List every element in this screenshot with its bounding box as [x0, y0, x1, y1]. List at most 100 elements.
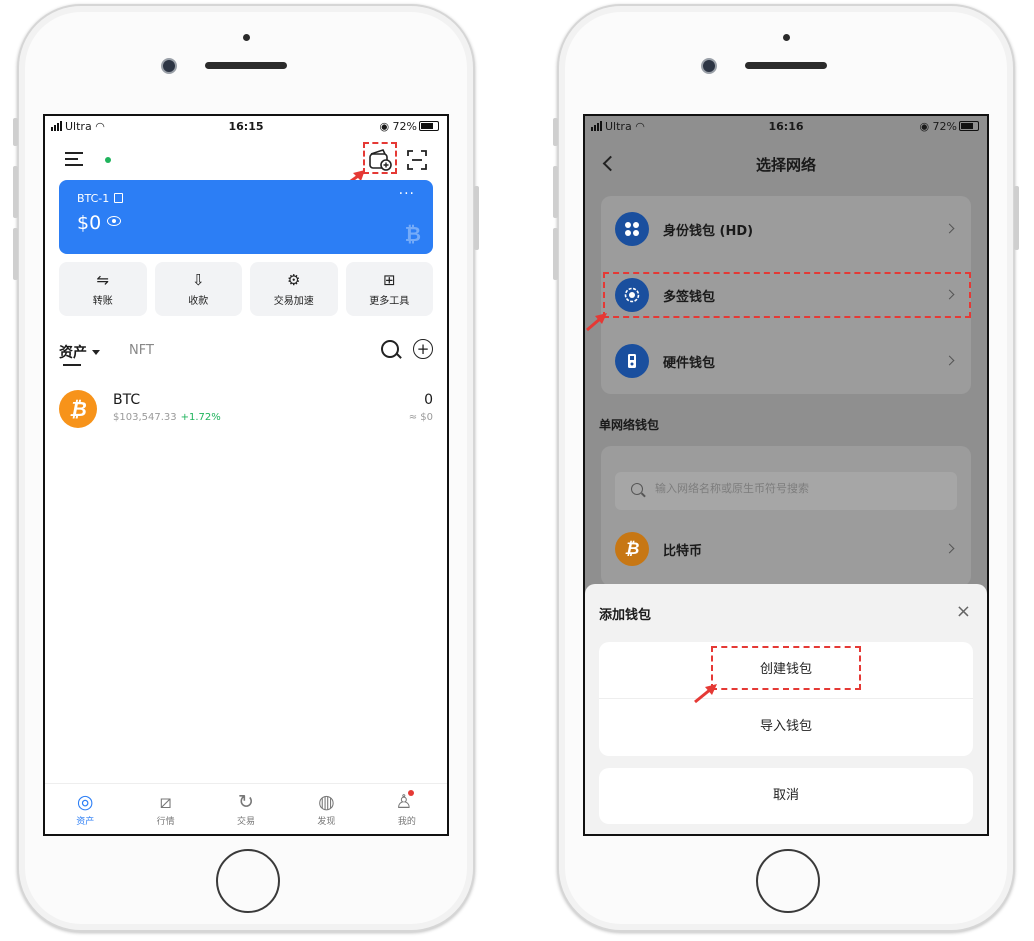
- wallet-name: BTC-1: [77, 192, 110, 205]
- page-title: 选择网络: [755, 156, 816, 174]
- action-label: 更多工具: [369, 296, 410, 307]
- tab-label: 发现: [317, 817, 336, 827]
- asset-symbol: BTC: [113, 392, 141, 408]
- action-label: 转账: [92, 296, 113, 307]
- accelerate-icon: ⚙: [287, 271, 301, 289]
- battery-info: ◉ 72%: [379, 120, 439, 133]
- power-button: [1014, 186, 1019, 250]
- cancel-button[interactable]: 取消: [599, 768, 973, 824]
- action-more-tools[interactable]: ⊞ 更多工具: [345, 262, 433, 316]
- silent-switch: [13, 118, 18, 146]
- quick-actions: ⇋ 转账 ⇩ 收款 ⚙ 交易加速 ⊞ 更多工具: [59, 262, 433, 316]
- copy-icon[interactable]: [114, 193, 124, 203]
- tab-trade[interactable]: ↻ 交易: [206, 784, 286, 834]
- action-label: 收款: [188, 296, 209, 307]
- asset-price-row: $103,547.33 +1.72%: [113, 412, 221, 423]
- right-screen: Ultra ◠ 16:16 ◉ 72% 选择网络 身份钱包 (HD) 多签钱包 …: [583, 114, 989, 836]
- search-icon: [631, 483, 643, 495]
- tab-assets-bottom[interactable]: ◎ 资产: [45, 784, 125, 834]
- profile-tab-icon-wrap: ♙: [367, 790, 447, 814]
- tab-assets[interactable]: 资产: [59, 342, 100, 362]
- bitcoin-icon: ₿: [59, 390, 97, 428]
- single-network-title: 单网络钱包: [599, 418, 660, 432]
- network-search[interactable]: [615, 472, 957, 510]
- discover-tab-icon: ◍: [318, 791, 335, 813]
- volume-down-button: [553, 228, 558, 280]
- add-wallet-sheet: 添加钱包 × 创建钱包 导入钱包 取消: [585, 584, 987, 834]
- wallet-type-label: 身份钱包 (HD): [663, 224, 754, 239]
- battery-icon: [419, 121, 439, 131]
- hardware-wallet-icon: [615, 344, 649, 378]
- bitcoin-watermark-icon: ₿: [404, 222, 421, 246]
- sheet-title: 添加钱包: [599, 608, 652, 623]
- chevron-right-icon: [944, 223, 955, 234]
- asset-value: ≈ $0: [408, 412, 433, 423]
- chevron-right-icon: [944, 543, 955, 554]
- tab-assets-label: 资产: [59, 345, 87, 361]
- notification-dot: [408, 790, 415, 796]
- scan-icon[interactable]: [405, 148, 429, 172]
- asset-quantity: 0: [424, 392, 433, 408]
- power-button: [474, 186, 479, 250]
- battery-icon: [959, 121, 979, 131]
- market-tab-icon: ⧄: [159, 791, 172, 813]
- menu-icon[interactable]: [65, 152, 83, 166]
- wallet-type-identity[interactable]: 身份钱包 (HD): [601, 196, 971, 262]
- silent-switch: [553, 118, 558, 146]
- tab-label: 我的: [397, 817, 416, 827]
- caret-down-icon: [92, 350, 100, 355]
- search-icon[interactable]: [381, 340, 399, 358]
- tab-discover[interactable]: ◍ 发现: [286, 784, 366, 834]
- tab-label: 交易: [237, 817, 256, 827]
- home-button: [216, 849, 280, 913]
- pointer-arrow-icon: [694, 684, 717, 704]
- earpiece-speaker: [205, 62, 287, 69]
- tab-market[interactable]: ⧄ 行情: [125, 784, 205, 834]
- import-wallet-button[interactable]: 导入钱包: [599, 699, 973, 755]
- battery-percent: 72%: [392, 120, 417, 133]
- close-icon[interactable]: ×: [956, 603, 971, 621]
- balance-row: $0: [77, 212, 122, 234]
- pointer-arrow-icon: [586, 313, 607, 332]
- tab-label: 资产: [76, 817, 95, 827]
- highlight-multisig: [603, 272, 971, 318]
- wallet-balance: $0: [77, 212, 102, 234]
- action-receive[interactable]: ⇩ 收款: [154, 262, 242, 316]
- bitcoin-icon: ₿: [615, 532, 649, 566]
- assets-tab-icon: ◎: [76, 791, 94, 813]
- grid-icon: ⊞: [382, 271, 396, 289]
- receive-icon: ⇩: [191, 271, 205, 289]
- highlight-create-wallet: [711, 646, 861, 690]
- wallet-type-label: 硬件钱包: [663, 356, 716, 371]
- volume-up-button: [13, 166, 18, 218]
- eye-icon[interactable]: [107, 216, 122, 226]
- action-accelerate[interactable]: ⚙ 交易加速: [250, 262, 338, 316]
- battery-percent: 72%: [932, 120, 957, 133]
- network-label: 比特币: [663, 544, 703, 559]
- add-token-icon[interactable]: +: [413, 339, 433, 359]
- network-search-input[interactable]: [655, 482, 935, 495]
- bottom-tab-bar: ◎ 资产 ⧄ 行情 ↻ 交易 ◍ 发现 ♙ 我的: [45, 783, 447, 834]
- battery-info: ◉ 72%: [919, 120, 979, 133]
- earpiece-speaker: [745, 62, 827, 69]
- tab-profile[interactable]: ♙ 我的: [367, 784, 447, 834]
- proximity-sensor: [243, 34, 250, 41]
- action-transfer[interactable]: ⇋ 转账: [59, 262, 147, 316]
- tab-nft[interactable]: NFT: [129, 343, 154, 358]
- network-group: ₿ 比特币: [601, 446, 971, 586]
- action-label: 交易加速: [273, 296, 314, 307]
- wallet-type-hardware[interactable]: 硬件钱包: [601, 328, 971, 394]
- transfer-icon: ⇋: [96, 271, 110, 289]
- left-phone-frame: Ultra ◠ 16:15 ◉ 72% BTC-1 ··· $0 ₿ ⇋ 转账 …: [13, 4, 479, 932]
- front-camera: [161, 58, 177, 74]
- proximity-sensor: [783, 34, 790, 41]
- status-bar: Ultra ◠ 16:15 ◉ 72%: [45, 118, 447, 136]
- asset-tabs: 资产 NFT +: [59, 338, 433, 368]
- wallet-more-button[interactable]: ···: [399, 186, 415, 202]
- asset-price: $103,547.33: [113, 412, 177, 423]
- network-bitcoin[interactable]: ₿ 比特币: [601, 516, 971, 582]
- tab-label: 行情: [156, 817, 175, 827]
- asset-row-btc[interactable]: ₿ BTC $103,547.33 +1.72% 0 ≈ $0: [59, 388, 433, 432]
- identity-wallet-icon: [615, 212, 649, 246]
- wallet-card[interactable]: BTC-1 ··· $0 ₿: [59, 180, 433, 254]
